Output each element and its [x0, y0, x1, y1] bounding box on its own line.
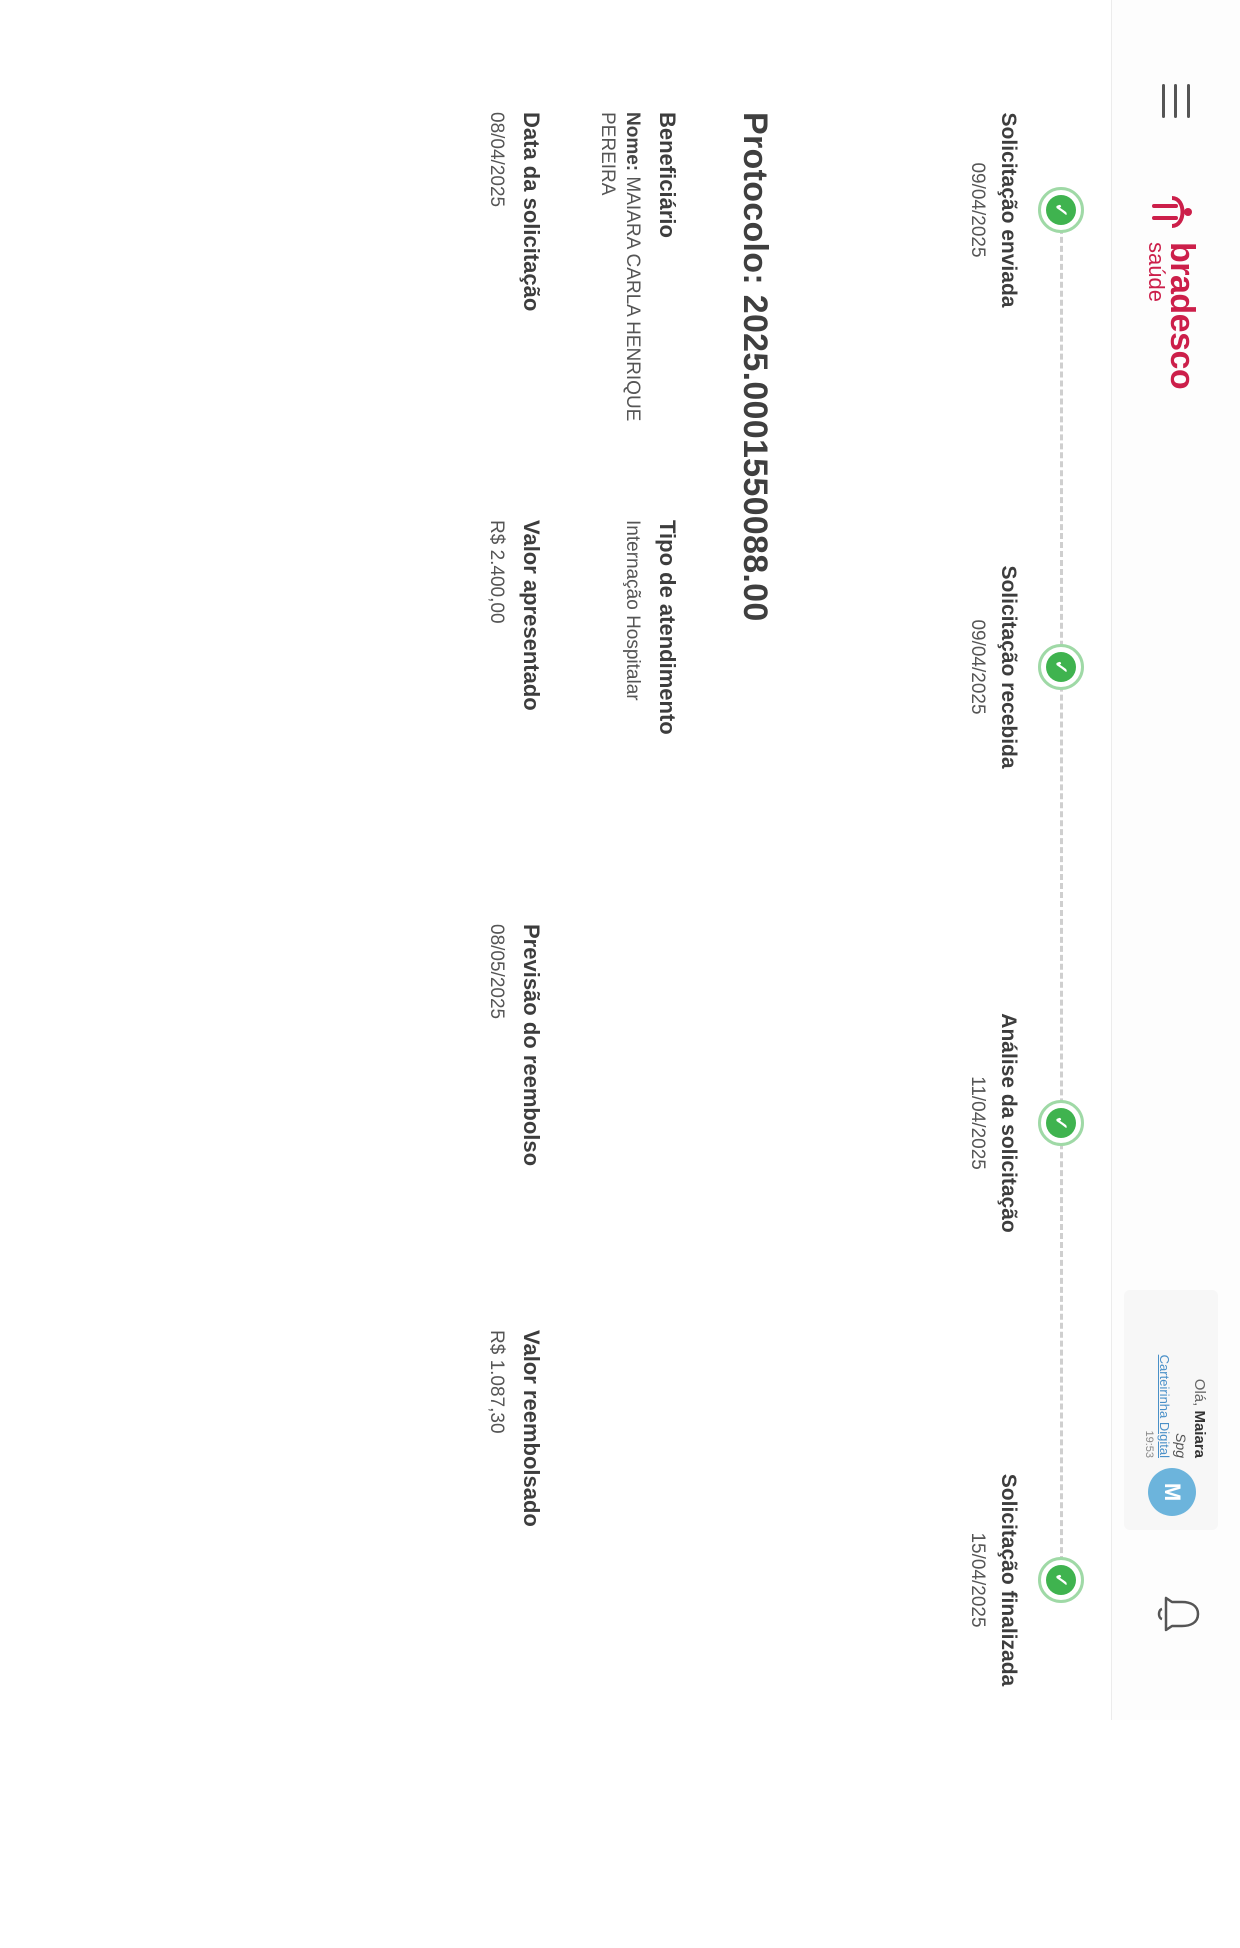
request-date-field: Data da solicitação 08/04/2025	[483, 112, 544, 512]
presented-value-value: R$ 2.400,00	[486, 520, 507, 624]
service-type-value: Internação Hospitalar	[622, 520, 643, 701]
step-date: 15/04/2025	[967, 1532, 988, 1628]
greeting-prefix: Olá,	[1191, 1378, 1208, 1407]
refunded-value-value: R$ 1.087,30	[486, 1330, 507, 1434]
timeline-connector	[1060, 210, 1063, 1580]
logo-sub-text: saúde	[1144, 242, 1169, 302]
timeline-step-enviada: ✓ Solicitação enviada 09/04/2025	[966, 40, 1084, 380]
bradesco-logo-mark-icon	[1152, 196, 1192, 228]
status-timeline: ✓ Solicitação enviada 09/04/2025 ✓ Solic…	[912, 0, 1112, 1720]
step-date: 09/04/2025	[967, 162, 988, 258]
beneficiary-name-prefix: Nome:	[622, 112, 643, 172]
request-date-label: Data da solicitação	[519, 112, 544, 312]
refunded-value-label: Valor reembolsado	[519, 1330, 544, 1527]
request-date-value: 08/04/2025	[486, 112, 507, 208]
refund-forecast-value: 08/05/2025	[486, 924, 507, 1020]
logo-brand-text: bradesco	[1163, 242, 1201, 390]
beneficiary-label: Beneficiário	[655, 112, 680, 238]
check-icon: ✓	[1038, 187, 1084, 233]
protocol-number: Protocolo: 2025.0001550088.00	[736, 112, 774, 622]
bradesco-saude-logo[interactable]: bradesco saúde	[1132, 190, 1212, 389]
refund-forecast-label: Previsão do reembolso	[519, 924, 544, 1167]
step-title: Solicitação enviada	[997, 112, 1020, 308]
hamburger-menu-icon[interactable]	[1162, 84, 1190, 118]
user-greeting: Olá, Maiara	[1189, 1355, 1208, 1458]
digital-card-link[interactable]: Carteirinha Digital	[1156, 1355, 1172, 1458]
avatar[interactable]: M	[1148, 1468, 1196, 1516]
beneficiary-value: Nome: MAIARA CARLA HENRIQUE PEREIRA	[595, 112, 644, 472]
refund-forecast-field: Previsão do reembolso 08/05/2025	[483, 924, 544, 1324]
step-date: 11/04/2025	[967, 1076, 988, 1170]
bell-icon[interactable]	[1156, 1592, 1204, 1636]
step-title: Solicitação recebida	[997, 565, 1020, 769]
timeline-step-analise: ✓ Análise da solicitação 11/04/2025	[966, 953, 1084, 1293]
check-icon: ✓	[1038, 1100, 1084, 1146]
refunded-value-field: Valor reembolsado R$ 1.087,30	[483, 1330, 544, 1730]
user-name: Maiara	[1191, 1410, 1208, 1458]
timeline-step-finalizada: ✓ Solicitação finalizada 15/04/2025	[966, 1410, 1084, 1750]
step-title: Solicitação finalizada	[997, 1473, 1020, 1687]
presented-value-label: Valor apresentado	[519, 520, 544, 711]
reimbursement-status-page: bradesco saúde Olá, Maiara Spg Carteirin…	[0, 0, 1240, 1948]
check-icon: ✓	[1038, 1557, 1084, 1603]
step-title: Análise da solicitação	[997, 1013, 1020, 1233]
step-date: 09/04/2025	[967, 619, 988, 715]
service-type-field: Tipo de atendimento Internação Hospitala…	[619, 520, 680, 920]
user-subtitle: Spg	[1173, 1433, 1190, 1458]
time-label: 19:53	[1143, 1430, 1156, 1458]
service-type-label: Tipo de atendimento	[655, 520, 680, 735]
user-profile-box[interactable]: Olá, Maiara Spg Carteirinha Digital 19:5…	[1124, 1290, 1218, 1530]
beneficiary-field: Beneficiário Nome: MAIARA CARLA HENRIQUE…	[595, 112, 680, 512]
check-icon: ✓	[1038, 644, 1084, 690]
timeline-step-recebida: ✓ Solicitação recebida 09/04/2025	[966, 497, 1084, 837]
presented-value-field: Valor apresentado R$ 2.400,00	[483, 520, 544, 920]
top-header: bradesco saúde Olá, Maiara Spg Carteirin…	[1111, 0, 1240, 1720]
